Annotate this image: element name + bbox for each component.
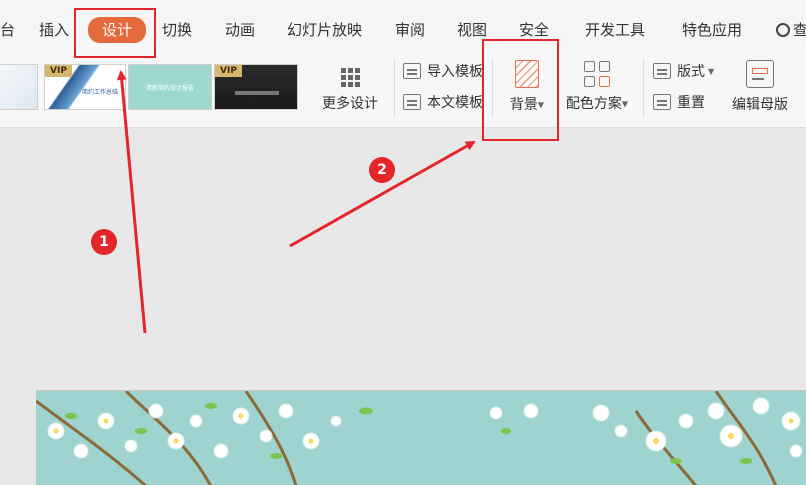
edit-master-button[interactable]: 编辑母版 bbox=[726, 58, 794, 114]
template-thumbnail-3[interactable]: 清新简约设计报告 bbox=[128, 64, 212, 110]
this-template-icon bbox=[403, 94, 421, 110]
import-template-label: 导入模板 bbox=[427, 64, 483, 80]
template-thumbnail-4[interactable]: VIP bbox=[214, 64, 298, 110]
search-icon bbox=[776, 23, 790, 37]
tab-transition[interactable]: 切换 bbox=[162, 18, 192, 42]
reset-icon bbox=[653, 94, 671, 110]
tab-partial-left[interactable]: 台 bbox=[0, 18, 15, 42]
step-badge-2: 2 bbox=[369, 157, 395, 183]
more-designs-button[interactable]: 更多设计 bbox=[313, 64, 387, 116]
color-scheme-label: 配色方案 bbox=[565, 96, 622, 112]
chevron-down-icon: ▼ bbox=[708, 66, 715, 76]
this-template-button[interactable]: 本文模板 bbox=[403, 91, 483, 113]
tab-review[interactable]: 审阅 bbox=[395, 18, 425, 42]
grid-icon bbox=[340, 68, 360, 87]
this-template-label: 本文模板 bbox=[427, 95, 483, 111]
step-badge-1: 1 bbox=[91, 229, 117, 255]
chevron-down-icon: ▼ bbox=[621, 99, 629, 109]
tab-insert[interactable]: 插入 bbox=[39, 18, 69, 42]
tab-special[interactable]: 特色应用 bbox=[682, 18, 742, 42]
layout-button[interactable]: 版式 ▼ bbox=[653, 60, 714, 82]
reset-label: 重置 bbox=[677, 95, 705, 111]
ribbon-divider bbox=[394, 58, 395, 118]
search-tab[interactable]: 查 bbox=[776, 18, 806, 42]
slide-canvas[interactable] bbox=[36, 390, 806, 485]
template-decoration bbox=[235, 91, 279, 95]
blossom-artwork bbox=[36, 391, 803, 485]
vip-badge: VIP bbox=[215, 65, 242, 77]
layout-icon bbox=[653, 63, 671, 79]
edit-master-label: 编辑母版 bbox=[732, 97, 788, 113]
tab-developer[interactable]: 开发工具 bbox=[585, 18, 645, 42]
color-scheme-button[interactable]: 配色方案▼ bbox=[560, 58, 634, 113]
color-scheme-icon bbox=[584, 61, 610, 87]
template-thumbnail-1[interactable] bbox=[0, 64, 38, 110]
ribbon-divider bbox=[643, 58, 644, 118]
reset-button[interactable]: 重置 bbox=[653, 91, 705, 113]
import-template-icon bbox=[403, 63, 421, 79]
search-tab-label: 查 bbox=[793, 21, 806, 39]
layout-label: 版式 bbox=[677, 64, 705, 80]
highlight-background-button bbox=[482, 39, 559, 141]
highlight-design-tab bbox=[74, 8, 156, 58]
vip-badge: VIP bbox=[45, 65, 72, 77]
more-designs-label: 更多设计 bbox=[322, 96, 378, 112]
tab-animation[interactable]: 动画 bbox=[225, 18, 255, 42]
edit-master-icon bbox=[746, 60, 774, 88]
template-caption: 清新简约设计报告 bbox=[145, 85, 194, 92]
template-thumbnail-2[interactable]: VIP 简约工作总结 bbox=[44, 64, 126, 110]
template-caption: 简约工作总结 bbox=[81, 89, 118, 96]
tab-slideshow[interactable]: 幻灯片放映 bbox=[287, 18, 362, 42]
import-template-button[interactable]: 导入模板 bbox=[403, 60, 483, 82]
